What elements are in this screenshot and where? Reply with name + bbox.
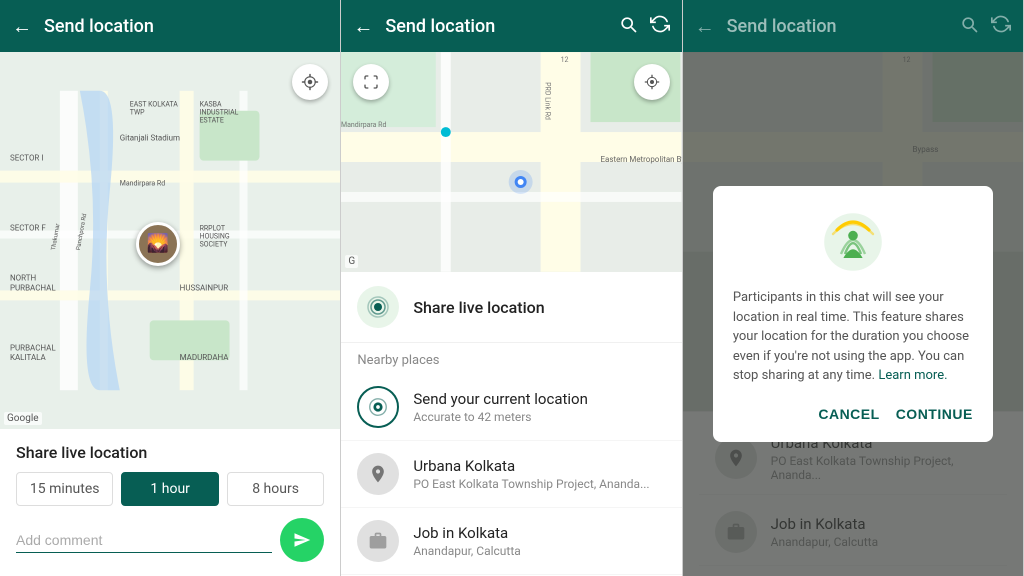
header-panel1: ← Send location (0, 0, 340, 52)
google-logo: Google (4, 412, 42, 425)
svg-text:ESTATE: ESTATE (200, 117, 224, 125)
map-panel2: PRD Link Rd Mandirpara Rd 12 Eastern Met… (341, 52, 681, 272)
svg-text:INDUSTRIAL: INDUSTRIAL (200, 109, 239, 117)
job-kolkata-row[interactable]: Job in Kolkata Anandapur, Calcutta (341, 508, 681, 575)
back-icon-panel1[interactable]: ← (12, 14, 32, 39)
urbana-kolkata-row[interactable]: Urbana Kolkata PO East Kolkata Township … (341, 441, 681, 508)
panel2-list: Share live location Nearby places Send y… (341, 272, 681, 576)
svg-text:HUSSAINPUR: HUSSAINPUR (180, 283, 229, 292)
svg-text:HOUSING: HOUSING (200, 233, 230, 241)
svg-text:EAST KOLKATA: EAST KOLKATA (130, 101, 179, 109)
job-kolkata-sub: Anandapur, Calcutta (413, 544, 520, 558)
live-location-icon (357, 286, 399, 328)
svg-text:MADURDAHA: MADURDAHA (180, 353, 230, 362)
urbana-location-icon (357, 453, 399, 495)
time-1hour[interactable]: 1 hour (121, 472, 218, 506)
send-button[interactable] (280, 518, 324, 562)
panel-3: ← Send location 12 Bypass Urban (683, 0, 1024, 576)
current-location-text: Send your current location Accurate to 4… (413, 390, 588, 424)
panel3-bg: 12 Bypass Urbana Kolkata PO East Kolkata… (683, 52, 1023, 576)
current-location-title: Send your current location (413, 390, 588, 408)
current-location-icon (357, 386, 399, 428)
dialog-body: Participants in this chat will see your … (733, 288, 973, 386)
svg-text:NORTH: NORTH (10, 273, 37, 282)
svg-text:RRPLOT: RRPLOT (200, 225, 225, 233)
google-logo-p2: G (345, 255, 358, 268)
user-avatar: 🌄 (136, 222, 180, 266)
svg-text:PRD Link Rd: PRD Link Rd (544, 82, 552, 120)
time-15min[interactable]: 15 minutes (16, 472, 113, 506)
svg-text:Mandirpara Rd: Mandirpara Rd (120, 180, 165, 188)
job-kolkata-title: Job in Kolkata (413, 524, 520, 542)
refresh-icon-panel3[interactable] (991, 14, 1011, 39)
svg-text:SECTOR I: SECTOR I (10, 154, 44, 163)
comment-input[interactable] (16, 528, 272, 553)
urbana-kolkata-title: Urbana Kolkata (413, 457, 649, 475)
job-kolkata-text: Job in Kolkata Anandapur, Calcutta (413, 524, 520, 558)
my-location-button-p2[interactable] (634, 64, 670, 100)
share-live-label: Share live location (413, 298, 544, 317)
nearby-label: Nearby places (341, 343, 681, 374)
cancel-button[interactable]: CANCEL (818, 402, 879, 426)
svg-text:KALITALA: KALITALA (10, 353, 47, 362)
current-location-sub: Accurate to 42 meters (413, 410, 588, 424)
refresh-icon-panel2[interactable] (650, 14, 670, 39)
share-live-title: Share live location (16, 443, 324, 462)
svg-text:PURBACHAL: PURBACHAL (10, 343, 56, 352)
panel1-bottom: Share live location 15 minutes 1 hour 8 … (0, 429, 340, 576)
continue-button[interactable]: CONTINUE (896, 402, 973, 426)
svg-text:12: 12 (561, 56, 569, 64)
panel-2: ← Send location PRD Link Rd Mandirpara R… (341, 0, 682, 576)
back-icon-panel3[interactable]: ← (695, 14, 715, 39)
urbana-kolkata-sub: PO East Kolkata Township Project, Ananda… (413, 477, 649, 491)
time-8hours[interactable]: 8 hours (227, 472, 324, 506)
header-title-panel3: Send location (727, 16, 947, 37)
header-panel2: ← Send location (341, 0, 681, 52)
svg-text:KASBA: KASBA (200, 101, 222, 109)
header-title-panel2: Send location (385, 16, 605, 37)
svg-text:SECTOR F: SECTOR F (10, 224, 46, 233)
time-options: 15 minutes 1 hour 8 hours (16, 472, 324, 506)
job-location-icon (357, 520, 399, 562)
dialog-actions: CANCEL CONTINUE (733, 402, 973, 426)
svg-text:TWP: TWP (130, 109, 145, 117)
map-panel1: SECTOR I KASBA INDUSTRIAL ESTATE EAST KO… (0, 52, 340, 429)
back-icon-panel2[interactable]: ← (353, 14, 373, 39)
search-icon-panel3[interactable] (959, 14, 979, 39)
dialog-overlay: Participants in this chat will see your … (683, 52, 1023, 576)
current-location-row[interactable]: Send your current location Accurate to 4… (341, 374, 681, 441)
svg-text:Gitanjali Stadium: Gitanjali Stadium (120, 134, 180, 143)
panel-1: ← Send location SECTOR I KASBA INDUSTRIA… (0, 0, 341, 576)
urbana-kolkata-text: Urbana Kolkata PO East Kolkata Township … (413, 457, 649, 491)
svg-text:Mandirpara Rd: Mandirpara Rd (341, 121, 386, 129)
svg-text:SOCIETY: SOCIETY (200, 240, 229, 248)
comment-row (16, 518, 324, 562)
search-icon-panel2[interactable] (618, 14, 638, 39)
share-live-row[interactable]: Share live location (341, 272, 681, 343)
svg-text:PURBACHAL: PURBACHAL (10, 283, 56, 292)
live-location-dialog: Participants in this chat will see your … (713, 186, 993, 442)
svg-text:Eastern Metropolitan Bypass: Eastern Metropolitan Bypass (601, 155, 682, 164)
header-title-panel1: Send location (44, 16, 328, 37)
header-panel3: ← Send location (683, 0, 1023, 52)
dialog-icon (733, 210, 973, 274)
learn-more-link[interactable]: Learn more. (878, 368, 947, 383)
